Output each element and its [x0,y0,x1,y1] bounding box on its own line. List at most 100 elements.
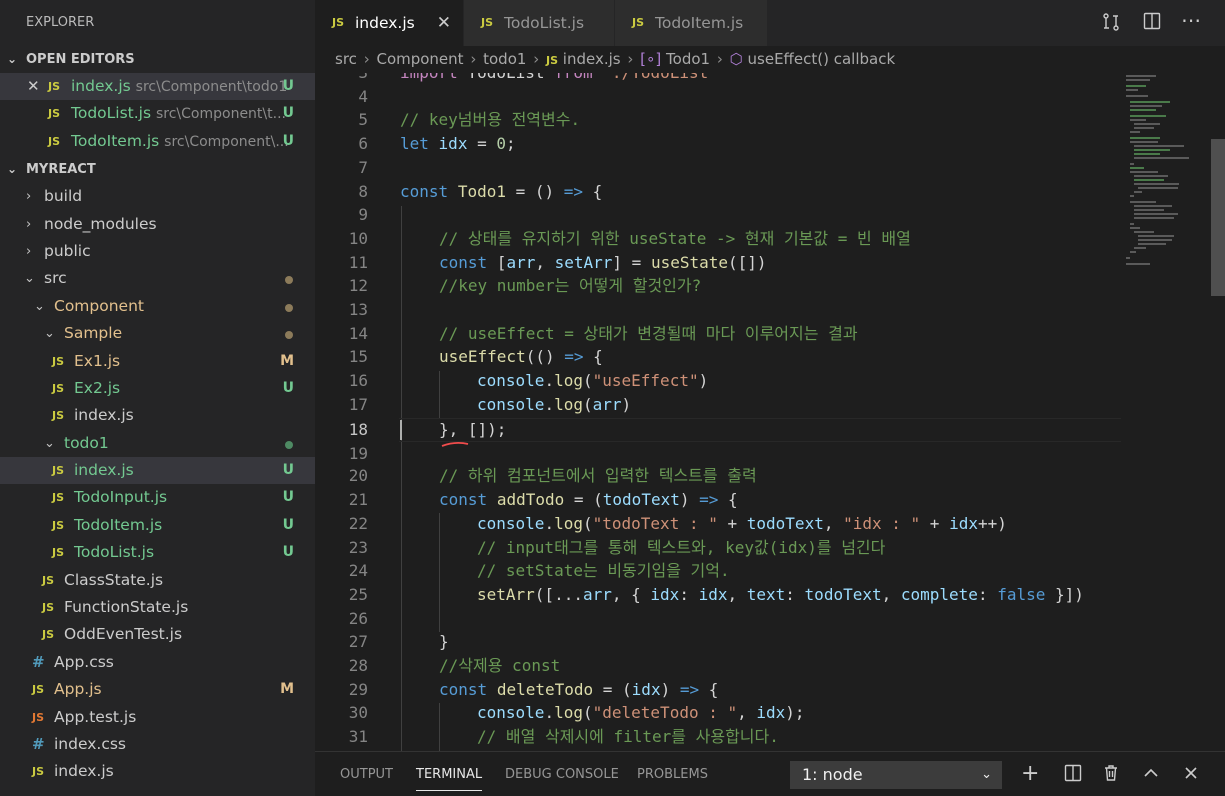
js-file-icon: JS [52,381,65,395]
breadcrumb-item[interactable]: Component [376,50,463,68]
code-line: 17 console.log(arr) [348,394,632,414]
open-editor-item[interactable]: JS TodoList.js src\Component\t... U [0,100,315,127]
tree-file-sample-index[interactable]: JS index.js [0,402,315,429]
js-file-icon: JS [52,546,65,560]
tree-file-oddeventest[interactable]: JS OddEvenTest.js [0,621,315,648]
tree-folder-src[interactable]: ⌄ src [0,265,315,292]
git-status-badge: U [282,544,294,561]
tab-label: index.js [355,14,415,32]
tree-folder-node-modules[interactable]: › node_modules [0,211,315,238]
tree-file-todolist[interactable]: JS TodoList.js U [0,539,315,566]
code-line: 3import TodoList from './TodoList' [315,73,1135,85]
tree-file-todoinput[interactable]: JS TodoInput.js U [0,484,315,511]
compare-changes-icon[interactable] [1101,12,1121,37]
code-line: 5// key넘버용 전역변수. [358,110,581,130]
breadcrumb-item[interactable]: index.js [563,50,621,68]
close-icon[interactable]: ✕ [27,73,40,100]
tree-file-index-js[interactable]: JS index.js [0,758,315,785]
tab-todoitem-js[interactable]: JS TodoItem.js [615,0,767,46]
tab-todolist-js[interactable]: JS TodoList.js [464,0,614,46]
js-file-icon: JS [42,628,55,642]
code-line: 21 const addTodo = (todoText) => { [348,490,738,510]
tree-file-todo1-index[interactable]: JS index.js U [0,457,315,485]
tree-file-app-js[interactable]: JS App.js M [0,676,315,703]
tab-debug-console[interactable]: DEBUG CONSOLE [505,752,619,796]
code-line: 24// setState는 비동기임을 기억. [348,561,730,581]
open-editor-item[interactable]: ✕ JS index.js src\Component\todo1 U [0,73,315,101]
symbol-variable-icon: [∘] [640,50,662,68]
editor-tab-bar: JS index.js ✕ JS TodoList.js JS TodoItem… [315,0,1225,46]
chevron-right-icon: › [26,216,32,232]
terminal-select-value: 1: node [802,765,863,784]
text-cursor [400,420,402,440]
js-file-icon: JS [32,683,45,697]
code-line: 8 const Todo1 = () => { [358,181,603,201]
chevron-down-icon: ⌄ [24,271,35,287]
tree-folder-public[interactable]: › public [0,238,315,265]
js-file-icon: JS [52,491,65,505]
tree-file-classstate[interactable]: JS ClassState.js [0,567,315,594]
vertical-scrollbar[interactable] [1210,73,1225,751]
tree-file-todoitem[interactable]: JS TodoItem.js U [0,512,315,539]
tree-folder-sample[interactable]: ⌄ Sample [0,320,315,347]
close-icon[interactable]: ✕ [437,0,451,46]
breadcrumb-item[interactable]: src [335,50,357,68]
close-panel-icon[interactable] [1182,764,1200,787]
code-line: 20// 하위 컴포넌트에서 입력한 텍스트를 출력 [348,466,757,486]
more-actions-icon[interactable]: ⋯ [1181,8,1201,32]
split-editor-icon[interactable] [1143,12,1161,35]
tree-file-app-css[interactable]: # App.css [0,649,315,676]
breadcrumb-item[interactable]: todo1 [483,50,526,68]
code-line: 10// 상태를 유지하기 위한 useState -> 현재 기본값 = 빈 … [348,228,911,248]
js-file-icon: JS [32,765,45,779]
minimap[interactable] [1125,73,1210,751]
code-line-current: 18}, []); [348,420,507,439]
tab-output[interactable]: OUTPUT [340,752,393,796]
open-editor-item[interactable]: JS TodoItem.js src\Component\... U [0,128,315,155]
trash-icon[interactable] [1102,764,1120,787]
code-line: 31// 배열 삭제시에 filter를 사용합니다. [348,727,779,747]
tree-folder-component[interactable]: ⌄ Component [0,293,315,320]
workspace-header[interactable]: ⌄ MYREACT [0,156,315,183]
workspace-title: MYREACT [26,162,96,178]
tree-file-ex2[interactable]: JS Ex2.js U [0,375,315,402]
open-editors-title: OPEN EDITORS [26,52,135,67]
maximize-panel-icon[interactable] [1142,764,1160,787]
code-line: 16 console.log("useEffect") [348,371,709,391]
file-path: src\Component\t... [155,106,286,123]
git-status-badge: U [282,462,294,479]
chevron-down-icon: ⌄ [44,326,55,342]
tree-file-index-css[interactable]: # index.css [0,731,315,758]
chevron-down-icon: ⌄ [981,767,992,782]
code-line: 19 [348,444,368,463]
chevron-down-icon: ⌄ [7,52,18,66]
tree-file-functionstate[interactable]: JS FunctionState.js [0,594,315,621]
code-line: 12//key number는 어떻게 할것인가? [348,276,702,296]
tab-label: TodoList.js [504,14,585,32]
tab-index-js[interactable]: JS index.js ✕ [315,0,463,46]
js-file-icon: JS [52,409,65,423]
add-terminal-icon[interactable]: + [1021,761,1039,786]
terminal-select[interactable]: 1: node ⌄ [790,761,1002,789]
chevron-right-icon: › [26,189,32,205]
tab-problems[interactable]: PROBLEMS [637,752,708,796]
breadcrumb-item[interactable]: Todo1 [666,50,710,68]
tree-folder-todo1[interactable]: ⌄ todo1 [0,430,315,457]
code-editor[interactable]: 3import TodoList from './TodoList' 4 5//… [315,73,1225,751]
open-editors-header[interactable]: ⌄ OPEN EDITORS [0,46,315,73]
explorer-sidebar: EXPLORER ⌄ OPEN EDITORS ✕ JS index.js sr… [0,0,315,796]
code-line: 29 const deleteTodo = (idx) => { [348,679,719,699]
tree-folder-build[interactable]: › build [0,183,315,210]
tab-terminal[interactable]: TERMINAL [416,752,483,796]
breadcrumb-item[interactable]: useEffect() callback [748,50,896,68]
tree-file-ex1[interactable]: JS Ex1.js M [0,348,315,375]
test-file-icon: JS [32,710,45,724]
tree-file-app-test[interactable]: JS App.test.js [0,704,315,731]
code-line: 30 console.log("deleteTodo : ", idx); [348,703,805,723]
code-line: 6 let idx = 0; [358,134,516,154]
file-name: TodoList.js [71,104,152,123]
code-line: 13 [348,300,368,319]
code-line: 7 [358,157,368,177]
split-terminal-icon[interactable] [1064,764,1082,787]
scrollbar-thumb[interactable] [1211,139,1225,296]
